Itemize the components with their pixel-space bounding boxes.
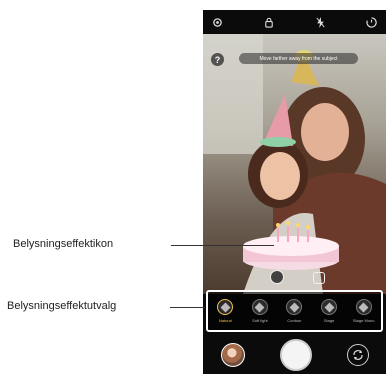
flash-off-icon[interactable] [314, 16, 326, 28]
callout-line [171, 245, 274, 246]
lighting-effect-icon[interactable] [270, 270, 284, 284]
callout-lighting-effect-icon: Belysningseffektikon [13, 238, 114, 250]
cube-icon [355, 299, 372, 315]
lighting-effect-contour[interactable]: Contour [280, 299, 308, 323]
cube-icon [251, 299, 268, 315]
lighting-effect-label: Soft light [252, 318, 268, 323]
camera-screen: ? Move farther away from the subject Nat… [203, 10, 386, 374]
lighting-effect-label: Stage Mono [352, 318, 375, 323]
lock-icon[interactable] [263, 16, 275, 28]
lighting-effect-soft-light[interactable]: Soft light [246, 299, 274, 323]
lighting-effect-stage-mono[interactable]: Stage Mono [350, 299, 378, 323]
callout-line [170, 307, 205, 308]
switch-camera-icon[interactable] [346, 344, 369, 366]
camera-top-toolbar [203, 10, 386, 34]
lighting-effect-label: Stage [323, 318, 335, 323]
shutter-button-icon[interactable] [279, 339, 312, 371]
gear-icon[interactable] [211, 16, 223, 28]
distance-hint-toast: Move farther away from the subject [239, 53, 358, 64]
lighting-effect-stage[interactable]: Stage [315, 299, 343, 323]
cube-icon [217, 299, 234, 315]
callout-lighting-effect-selection: Belysningseffektutvalg [7, 300, 117, 312]
cube-icon [286, 299, 303, 315]
gallery-thumbnail[interactable] [220, 343, 245, 367]
help-button[interactable]: ? [211, 53, 224, 66]
lighting-effect-natural[interactable]: Natural [211, 299, 239, 323]
preview-photo [203, 34, 386, 294]
lighting-effect-selector: Natural Soft light Contour Stage Stage M… [206, 290, 383, 332]
cube-icon [321, 299, 338, 315]
timer-icon[interactable] [366, 16, 378, 28]
lighting-effect-label: Natural [218, 318, 232, 323]
lighting-effect-label: Contour [287, 318, 302, 323]
camera-bottom-bar [203, 336, 386, 374]
portrait-mode-icon[interactable] [313, 272, 325, 284]
camera-preview[interactable]: ? Move farther away from the subject [203, 34, 386, 294]
